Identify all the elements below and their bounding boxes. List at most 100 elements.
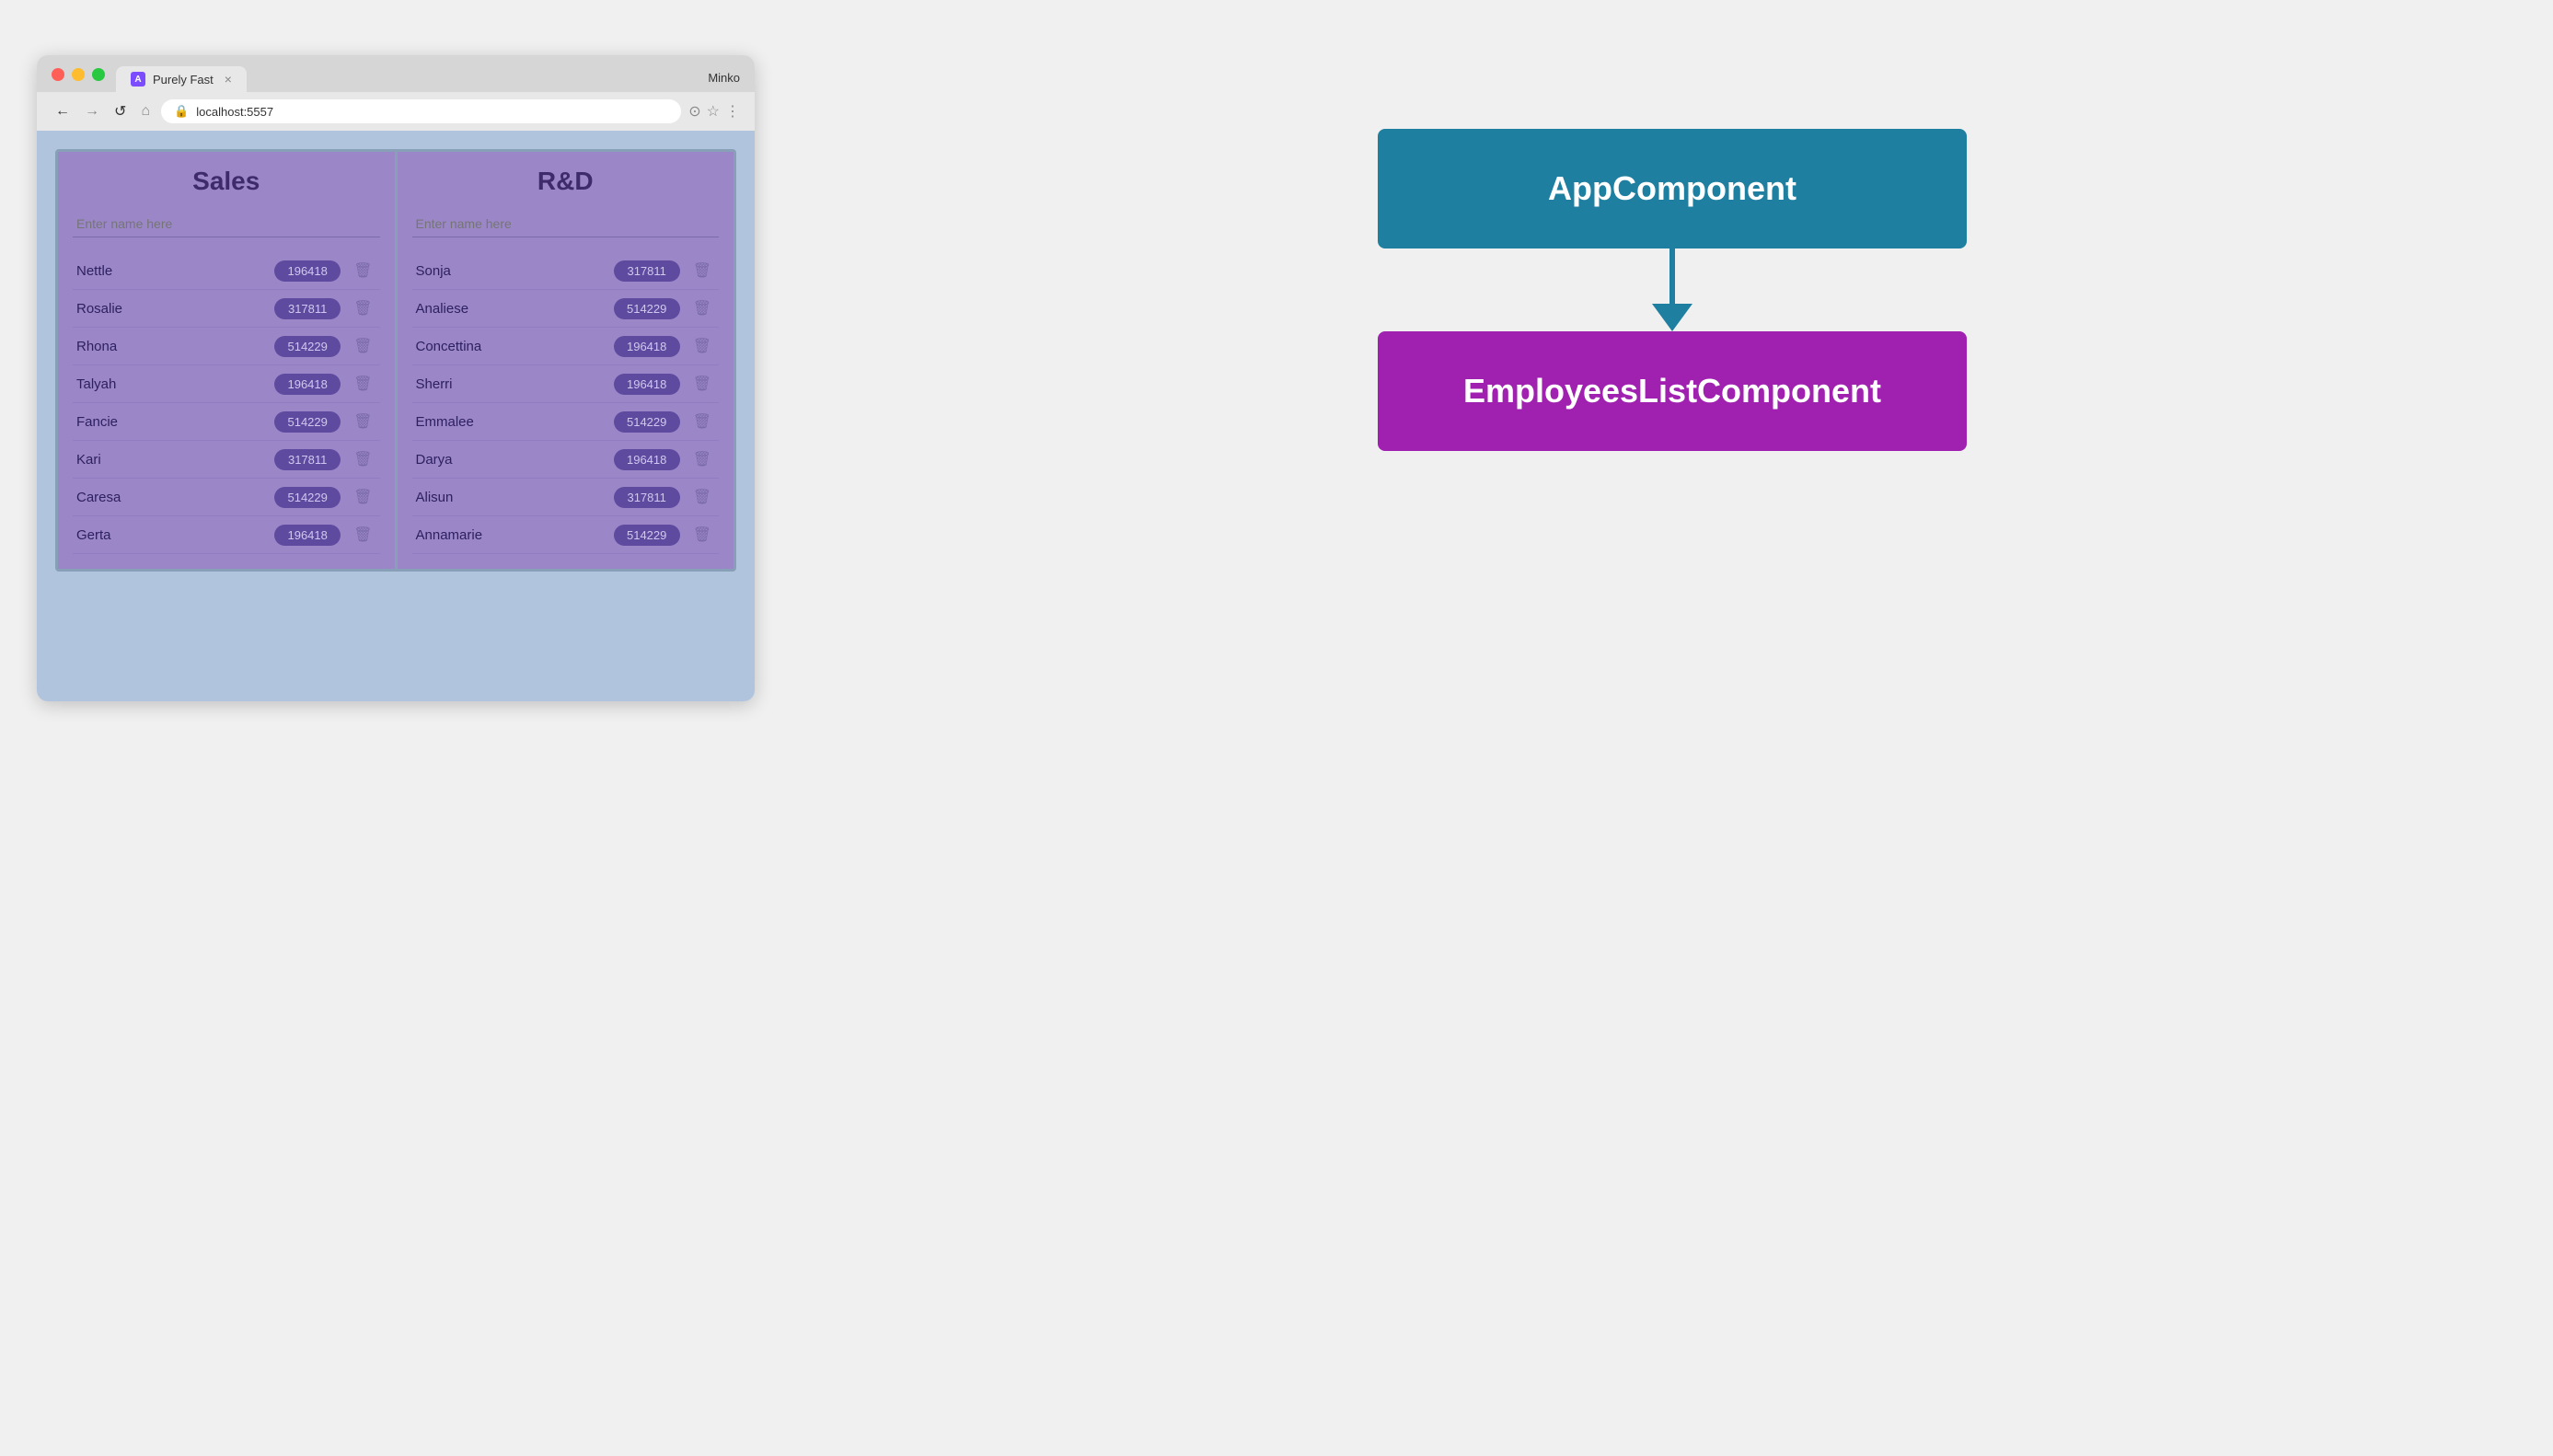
delete-button[interactable]: 🗑 <box>350 297 375 319</box>
list-item: Sherri196418 🗑 <box>412 365 720 403</box>
employee-list-sales: Nettle196418🗑Rosalie317811🗑Rhona514229🗑T… <box>73 252 380 554</box>
employee-badge: 514229 <box>614 298 680 319</box>
list-item: Gerta196418🗑 <box>73 516 380 554</box>
delete-button[interactable]: 🗑 <box>350 486 375 508</box>
employee-name: Fancie <box>76 414 274 430</box>
reload-button[interactable]: ↺ <box>110 100 130 122</box>
list-item: Concettina196418 🗑 <box>412 328 720 365</box>
employee-name: Darya <box>416 452 614 468</box>
employee-badge: 317811 <box>614 487 680 508</box>
delete-button[interactable]: 🗑 <box>689 335 715 357</box>
delete-button[interactable]: 🗑 <box>689 524 715 546</box>
list-item: Rhona514229 🗑 <box>73 328 380 365</box>
list-item: Nettle196418 🗑 <box>73 252 380 290</box>
lock-icon: 🔒 <box>174 104 189 119</box>
forward-button[interactable]: → <box>81 101 103 121</box>
employee-badge: 514229 <box>274 411 341 433</box>
employee-name: Emmalee <box>416 414 614 430</box>
tab-title: Purely Fast <box>153 73 214 87</box>
bookmark-icon[interactable]: ☆ <box>707 102 720 121</box>
delete-button[interactable]: 🗑 <box>689 410 715 433</box>
employees-component-label: EmployeesListComponent <box>1463 372 1881 410</box>
address-bar[interactable]: 🔒 localhost:5557 <box>161 99 681 123</box>
list-item: Analiese514229 🗑 <box>412 290 720 328</box>
diagram-section: AppComponent EmployeesListComponent <box>828 55 2516 451</box>
delete-button[interactable]: 🗑 <box>350 373 375 395</box>
delete-button[interactable]: 🗑 <box>689 297 715 319</box>
department-sales: SalesNettle196418🗑Rosalie317811🗑Rhona514… <box>58 152 398 569</box>
app-component-box: AppComponent <box>1378 129 1967 248</box>
url-text: localhost:5557 <box>196 105 273 119</box>
employee-name: Annamarie <box>416 527 614 543</box>
delete-button[interactable]: 🗑 <box>350 448 375 470</box>
delete-button[interactable]: 🗑 <box>689 486 715 508</box>
employee-name: Alisun <box>416 490 614 505</box>
employee-name: Sherri <box>416 376 614 392</box>
arrow-head <box>1652 304 1692 331</box>
employee-name: Kari <box>76 452 274 468</box>
employee-name: Caresa <box>76 490 274 505</box>
employee-badge: 514229 <box>614 525 680 546</box>
employee-name: Analiese <box>416 301 614 317</box>
list-item: Darya196418 🗑 <box>412 441 720 479</box>
employee-badge: 196418 <box>274 525 341 546</box>
list-item: Emmalee514229🗑 <box>412 403 720 441</box>
maximize-dot[interactable] <box>92 68 105 81</box>
employee-badge: 514229 <box>274 487 341 508</box>
list-item: Kari317811 🗑 <box>73 441 380 479</box>
list-item: Annamarie514229 🗑 <box>412 516 720 554</box>
app-component-label: AppComponent <box>1548 169 1796 208</box>
employee-name: Talyah <box>76 376 274 392</box>
arrow-connector <box>1652 248 1692 331</box>
employee-badge: 317811 <box>274 298 341 319</box>
back-button[interactable]: ← <box>52 101 74 121</box>
list-item: Alisun317811 🗑 <box>412 479 720 516</box>
departments-container: SalesNettle196418🗑Rosalie317811🗑Rhona514… <box>55 149 736 572</box>
delete-button[interactable]: 🗑 <box>350 335 375 357</box>
window-controls <box>52 68 105 81</box>
employee-badge: 317811 <box>274 449 341 470</box>
tab-favicon: A <box>131 72 145 87</box>
employee-name: Sonja <box>416 263 614 279</box>
delete-button[interactable]: 🗑 <box>350 410 375 433</box>
list-item: Fancie514229 🗑 <box>73 403 380 441</box>
delete-button[interactable]: 🗑 <box>350 260 375 282</box>
department-rd: R&DSonja317811🗑Analiese514229🗑Concettina… <box>398 152 734 569</box>
browser-navbar: ← → ↺ ⌂ 🔒 localhost:5557 ⊙ ☆ ⋮ <box>37 92 755 131</box>
tab-close-button[interactable]: × <box>225 72 232 87</box>
employee-badge: 514229 <box>274 336 341 357</box>
arrow-line <box>1669 248 1675 304</box>
browser-titlebar: A Purely Fast × Minko <box>37 55 755 92</box>
delete-button[interactable]: 🗑 <box>350 524 375 546</box>
more-icon[interactable]: ⋮ <box>725 102 740 121</box>
employee-badge: 196418 <box>614 336 680 357</box>
delete-button[interactable]: 🗑 <box>689 260 715 282</box>
employee-list-rd: Sonja317811🗑Analiese514229🗑Concettina196… <box>412 252 720 554</box>
employees-component-box: EmployeesListComponent <box>1378 331 1967 451</box>
employee-name: Rhona <box>76 339 274 354</box>
name-input-rd[interactable] <box>412 211 720 237</box>
user-label: Minko <box>708 71 740 92</box>
delete-button[interactable]: 🗑 <box>689 448 715 470</box>
name-input-sales[interactable] <box>73 211 380 237</box>
employee-name: Nettle <box>76 263 274 279</box>
list-item: Talyah196418🗑 <box>73 365 380 403</box>
employee-badge: 196418 <box>274 260 341 282</box>
employee-badge: 317811 <box>614 260 680 282</box>
employee-badge: 196418 <box>614 374 680 395</box>
nav-action-icons: ⊙ ☆ ⋮ <box>688 102 740 121</box>
employee-badge: 196418 <box>614 449 680 470</box>
dept-title-rd: R&D <box>412 167 720 196</box>
list-item: Caresa514229 🗑 <box>73 479 380 516</box>
browser-window: A Purely Fast × Minko ← → ↺ ⌂ 🔒 localhos… <box>37 55 755 701</box>
home-button[interactable]: ⌂ <box>137 101 154 121</box>
close-dot[interactable] <box>52 68 64 81</box>
employee-name: Concettina <box>416 339 614 354</box>
dept-title-sales: Sales <box>73 167 380 196</box>
minimize-dot[interactable] <box>72 68 85 81</box>
list-item: Sonja317811 🗑 <box>412 252 720 290</box>
delete-button[interactable]: 🗑 <box>689 373 715 395</box>
cast-icon[interactable]: ⊙ <box>688 102 700 121</box>
list-item: Rosalie317811🗑 <box>73 290 380 328</box>
active-tab[interactable]: A Purely Fast × <box>116 66 247 92</box>
